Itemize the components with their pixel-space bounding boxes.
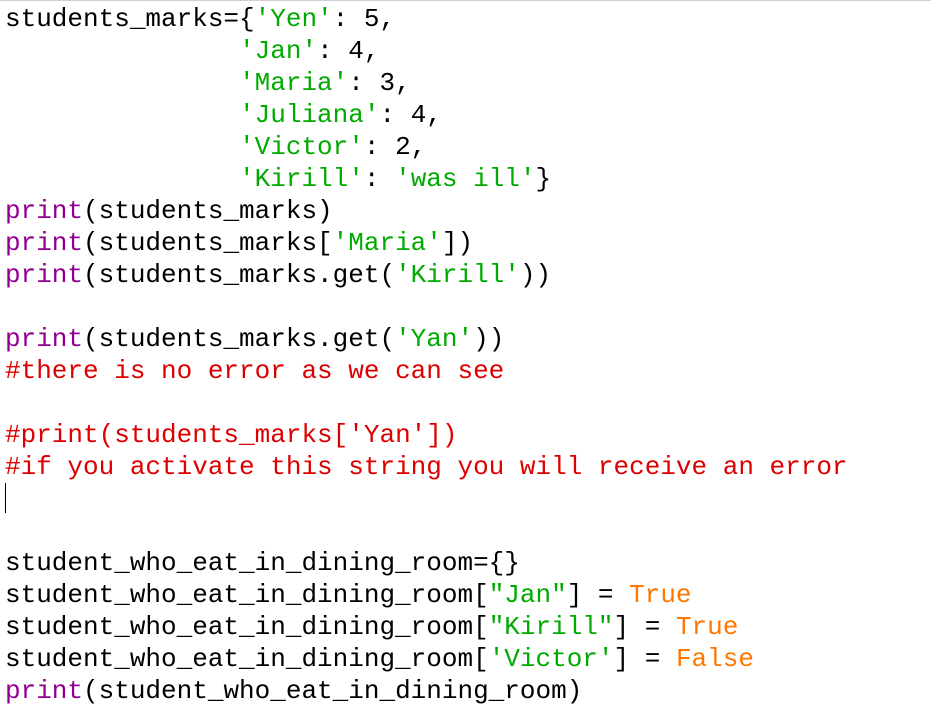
code-token-keyword: False bbox=[675, 644, 754, 674]
code-token-default: )) bbox=[473, 324, 505, 354]
code-token-default: : bbox=[363, 164, 396, 194]
code-token-comment: #there is no error as we can see bbox=[5, 356, 505, 386]
code-line[interactable]: student_who_eat_in_dining_room["Jan"] = … bbox=[5, 579, 692, 611]
code-line[interactable]: students_marks={'Yen': 5, bbox=[5, 3, 395, 35]
code-line[interactable]: print(students_marks.get('Kirill')) bbox=[5, 259, 551, 291]
code-token-default: ] = bbox=[613, 644, 676, 674]
code-token-default bbox=[5, 164, 239, 194]
code-token-string: 'Yan' bbox=[395, 324, 474, 354]
code-token-default: : 2, bbox=[363, 132, 427, 162]
code-token-default: ] = bbox=[613, 612, 676, 642]
code-token-string: 'was ill' bbox=[395, 164, 536, 194]
code-token-default: students_marks={ bbox=[5, 4, 255, 34]
code-line[interactable]: 'Victor': 2, bbox=[5, 131, 426, 163]
code-token-default: ]) bbox=[441, 228, 474, 258]
code-line[interactable]: 'Juliana': 4, bbox=[5, 99, 442, 131]
code-line[interactable]: print(students_marks.get('Yan')) bbox=[5, 323, 504, 355]
code-token-string: 'Kirill' bbox=[395, 260, 520, 290]
code-token-default: student_who_eat_in_dining_room[ bbox=[5, 612, 489, 642]
text-cursor bbox=[5, 483, 6, 513]
code-token-default: (students_marks.get( bbox=[83, 324, 396, 354]
code-token-keyword: True bbox=[629, 580, 692, 610]
code-line[interactable]: student_who_eat_in_dining_room["Kirill"]… bbox=[5, 611, 738, 643]
code-token-default: : 4, bbox=[317, 36, 380, 66]
code-line[interactable]: student_who_eat_in_dining_room={} bbox=[5, 547, 520, 579]
code-token-string: "Jan" bbox=[488, 580, 567, 610]
code-token-keyword: True bbox=[675, 612, 739, 642]
code-token-string: 'Juliana' bbox=[239, 100, 380, 130]
code-line[interactable]: student_who_eat_in_dining_room['Victor']… bbox=[5, 643, 754, 675]
code-token-string: 'Victor' bbox=[488, 644, 614, 674]
code-token-default: student_who_eat_in_dining_room={} bbox=[5, 548, 520, 578]
code-token-comment: #print(students_marks['Yan']) bbox=[5, 420, 458, 450]
code-token-default bbox=[5, 36, 239, 66]
code-token-string: 'Maria' bbox=[239, 68, 349, 98]
code-token-default: student_who_eat_in_dining_room[ bbox=[5, 644, 489, 674]
code-token-default: ] = bbox=[566, 580, 630, 610]
code-token-default bbox=[5, 68, 239, 98]
code-token-default: (student_who_eat_in_dining_room) bbox=[83, 676, 583, 706]
code-token-default: (students_marks) bbox=[83, 196, 333, 226]
code-editor[interactable]: students_marks={'Yen': 5, 'Jan': 4, 'Mar… bbox=[0, 0, 931, 711]
code-line[interactable]: print(students_marks) bbox=[5, 195, 333, 227]
code-token-default: (students_marks.get( bbox=[83, 260, 396, 290]
code-line[interactable]: print(students_marks['Maria']) bbox=[5, 227, 473, 259]
code-token-builtin: print bbox=[5, 260, 84, 290]
code-token-default: )) bbox=[519, 260, 552, 290]
code-line[interactable]: #there is no error as we can see bbox=[5, 355, 504, 387]
code-token-default bbox=[5, 132, 239, 162]
code-token-comment: #if you activate this string you will re… bbox=[5, 452, 848, 482]
code-token-default: : 3, bbox=[348, 68, 411, 98]
code-token-default bbox=[5, 100, 239, 130]
code-token-builtin: print bbox=[5, 196, 84, 226]
code-token-string: "Kirill" bbox=[488, 612, 614, 642]
code-token-default: } bbox=[535, 164, 552, 194]
code-token-string: 'Maria' bbox=[332, 228, 442, 258]
code-token-builtin: print bbox=[5, 676, 84, 706]
code-token-default: : 5, bbox=[332, 4, 396, 34]
code-line[interactable]: print(student_who_eat_in_dining_room) bbox=[5, 675, 582, 707]
code-line[interactable]: 'Kirill': 'was ill'} bbox=[5, 163, 551, 195]
code-line[interactable]: #if you activate this string you will re… bbox=[5, 451, 848, 483]
code-line[interactable]: #print(students_marks['Yan']) bbox=[5, 419, 457, 451]
code-line[interactable]: 'Jan': 4, bbox=[5, 35, 379, 67]
code-token-builtin: print bbox=[5, 324, 84, 354]
code-token-string: 'Kirill' bbox=[239, 164, 364, 194]
code-token-string: 'Victor' bbox=[239, 132, 364, 162]
code-token-builtin: print bbox=[5, 228, 84, 258]
code-token-default: (students_marks[ bbox=[83, 228, 333, 258]
code-token-default: student_who_eat_in_dining_room[ bbox=[5, 580, 489, 610]
code-token-string: 'Yen' bbox=[254, 4, 333, 34]
code-line[interactable]: 'Maria': 3, bbox=[5, 67, 411, 99]
code-token-string: 'Jan' bbox=[239, 36, 318, 66]
code-token-default: : 4, bbox=[379, 100, 442, 130]
